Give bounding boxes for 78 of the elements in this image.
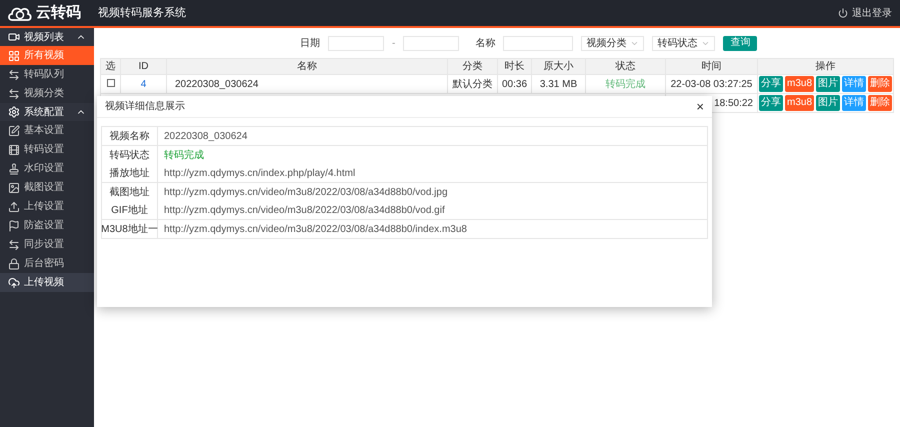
lock-icon [8,258,20,270]
swap-arrows-icon [8,238,20,250]
sidebar-item[interactable]: 上传视频 [0,273,94,292]
close-button[interactable]: × [696,100,704,113]
column-header: ID [120,58,166,74]
flag-icon [8,220,20,232]
action-button[interactable]: 分享 [758,95,783,111]
power-icon [838,8,848,18]
sidebar-item[interactable]: 上传设置 [0,197,94,216]
column-header: 选 [100,58,120,74]
table-cell: 00:36 [498,74,532,94]
field-label: M3U8地址一 [101,222,158,236]
field-value: http://yzm.qdymys.cn/video/m3u8/2022/03/08/a34d88b0/vod.jpg [164,186,448,200]
table-cell: 20220308_030624 [166,74,448,94]
column-header: 时间 [666,58,758,74]
status-select[interactable]: 转码状态 [652,36,716,50]
field-label: 播放地址 [110,166,150,180]
action-button[interactable]: 图片 [816,76,840,92]
sidebar-item[interactable]: 同步设置 [0,235,94,254]
upload-icon [8,200,20,212]
logo-text: 云转码 [36,2,81,23]
logout-link[interactable]: 退出登录 [838,6,892,20]
group-label: 系统配置 [24,106,64,120]
table-cell: 18:50:22 [714,98,753,108]
column-header: 名称 [166,58,448,74]
separator-text: - [392,36,396,50]
field-label: 转码状态 [110,148,150,162]
table-cell: 22-03-08 03:27:25 [666,74,758,94]
column-header: 状态 [586,58,666,74]
date-label: 日期 [300,36,320,50]
film-icon [8,144,20,156]
action-button[interactable]: 分享 [758,76,783,92]
table-cell: 4 [120,74,166,94]
sidebar-group[interactable]: 系统配置 [0,103,94,121]
end-date-field[interactable] [403,36,460,50]
sidebar-item[interactable]: 转码队列 [0,65,94,84]
sidebar-item[interactable]: 后台密码 [0,254,94,273]
sidebar-item[interactable]: 截图设置 [0,178,94,197]
swap-arrows-icon [8,68,20,80]
sidebar-item[interactable]: 防盗设置 [0,216,94,235]
table-cell: 转码完成 [586,74,666,94]
grid-icon [8,50,20,62]
app-title: 视频转码服务系统 [98,6,186,21]
group-label: 视频列表 [24,30,64,44]
column-header: 原大小 [532,58,586,74]
sidebar-item[interactable]: 基本设置 [0,121,94,140]
table-cell: 3.31 MB [532,74,586,94]
column-header: 时长 [498,58,532,74]
sidebar-group[interactable]: 视频列表 [0,28,94,46]
image-icon [8,182,20,194]
column-header: 分类 [448,58,498,74]
cloud-upload-icon [8,276,20,288]
video-camera-icon [8,31,20,43]
row-checkbox[interactable] [106,78,114,86]
field-label: 截图地址 [110,186,150,200]
table-cell: 默认分类 [448,74,498,94]
column-header: 操作 [758,58,894,74]
category-select[interactable]: 视频分类 [581,36,644,50]
field-label: GIF地址 [111,204,148,218]
field-value: 转码完成 [164,148,204,162]
settings-icon [8,106,20,118]
field-value: http://yzm.qdymys.cn/index.php/play/4.html [164,166,356,180]
swap-arrows-icon [8,88,20,100]
stamp-icon [8,162,20,174]
name-field[interactable] [503,36,574,50]
action-button[interactable]: 图片 [816,95,840,111]
sidebar-item[interactable]: 水印设置 [0,159,94,178]
field-value: 20220308_030624 [164,130,248,144]
dialog-title: 视频详细信息展示 [105,100,185,114]
field-value: http://yzm.qdymys.cn/video/m3u8/2022/03/08/a34d88b0/index.m3u8 [164,222,467,236]
edit-icon [8,124,20,136]
search-button[interactable]: 查询 [723,36,758,50]
field-label: 视频名称 [110,130,150,144]
start-date-field[interactable] [328,36,384,50]
name-label: 名称 [475,36,496,50]
field-value: http://yzm.qdymys.cn/video/m3u8/2022/03/08/a34d88b0/vod.gif [164,204,445,218]
sidebar-item[interactable]: 视频分类 [0,84,94,103]
sidebar-item[interactable]: 转码设置 [0,140,94,159]
